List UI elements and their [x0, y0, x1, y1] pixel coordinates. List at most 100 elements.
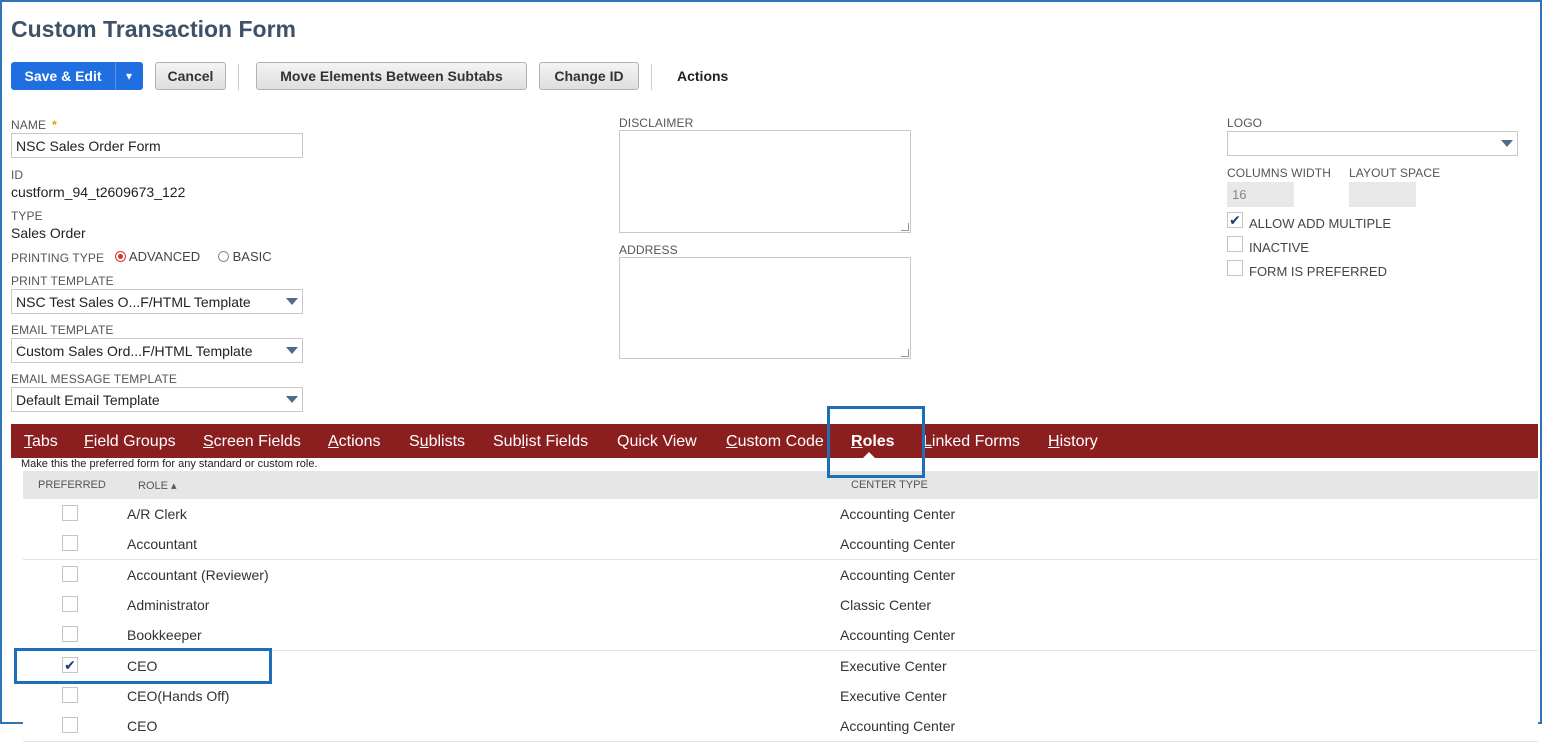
roles-table-header: PREFERRED ROLE ▴ CENTER TYPE — [23, 471, 1538, 500]
col-preferred-header[interactable]: PREFERRED — [38, 479, 106, 491]
tab-label-part: ield Groups — [93, 433, 176, 450]
role-name: CEO(Hands Off) — [127, 687, 230, 704]
print-template-label: PRINT TEMPLATE — [11, 274, 114, 288]
roles-hint-text: Make this the preferred form for any sta… — [21, 458, 318, 470]
tab-quick-view[interactable]: Quick View — [617, 433, 697, 451]
inactive-checkbox[interactable] — [1227, 236, 1243, 252]
tab-screen-fields[interactable]: Screen Fields — [203, 433, 301, 451]
tab-linked-forms[interactable]: Linked Forms — [923, 433, 1020, 451]
role-name: Accountant — [127, 536, 198, 553]
toolbar-divider — [651, 64, 652, 90]
tab-label-part: ctions — [338, 433, 381, 450]
preferred-checkbox[interactable] — [62, 626, 78, 643]
email-template-select[interactable]: Custom Sales Ord...F/HTML Template — [11, 338, 303, 363]
role-name: Bookkeeper — [127, 627, 202, 644]
change-id-button[interactable]: Change ID — [539, 62, 639, 90]
allow-add-multiple-checkbox[interactable]: ✔ — [1227, 212, 1243, 228]
print-template-select[interactable]: NSC Test Sales O...F/HTML Template — [11, 289, 303, 314]
tab-label-part: T — [24, 433, 32, 450]
table-row[interactable]: Accountant Accounting Center — [23, 529, 1538, 561]
checkmark-icon: ✔ — [1229, 212, 1241, 228]
table-row[interactable]: Bookkeeper Accounting Center — [23, 620, 1538, 652]
preferred-checkbox[interactable] — [62, 505, 78, 521]
address-textarea[interactable] — [619, 257, 911, 359]
role-name: A/R Clerk — [127, 506, 187, 522]
chevron-down-icon[interactable] — [1501, 140, 1513, 147]
table-row[interactable]: Accountant (Reviewer) Accounting Center — [23, 559, 1538, 591]
save-edit-button[interactable]: Save & Edit — [11, 62, 115, 90]
chevron-down-icon[interactable] — [286, 347, 298, 354]
printing-type-label: PRINTING TYPE — [11, 251, 105, 265]
preferred-checkbox[interactable] — [62, 565, 78, 582]
chevron-down-icon[interactable] — [286, 298, 298, 305]
cancel-button[interactable]: Cancel — [155, 62, 226, 90]
tab-label-part: F — [84, 433, 94, 450]
role-name: Accountant (Reviewer) — [127, 566, 269, 583]
radio-unselected-icon[interactable] — [218, 251, 229, 262]
email-template-label: EMAIL TEMPLATE — [11, 323, 114, 337]
tab-sublists[interactable]: Sublists — [409, 433, 465, 451]
tab-custom-code[interactable]: Custom Code — [726, 433, 824, 451]
logo-select[interactable] — [1227, 131, 1518, 156]
actions-menu[interactable]: Actions — [677, 68, 728, 84]
center-type: Accounting Center — [840, 506, 956, 522]
center-type: Accounting Center — [840, 566, 956, 583]
preferred-checkbox[interactable] — [62, 595, 78, 612]
center-type: Accounting Center — [840, 627, 956, 644]
tab-tabs[interactable]: Tabs — [24, 433, 58, 451]
table-row[interactable]: Administrator Classic Center — [23, 589, 1538, 621]
page-title: Custom Transaction Form — [11, 16, 296, 42]
col-center-type-header[interactable]: CENTER TYPE — [851, 479, 928, 491]
resize-grip-icon[interactable] — [901, 223, 909, 231]
highlight-roles-tab — [827, 406, 925, 478]
preferred-checkbox[interactable] — [62, 535, 78, 552]
preferred-checkbox[interactable] — [62, 717, 78, 734]
save-options-dropdown-icon[interactable]: ▾ — [115, 62, 143, 90]
center-type: Accounting Center — [840, 718, 956, 735]
chevron-down-icon[interactable] — [286, 396, 298, 403]
columns-width-label: COLUMNS WIDTH — [1227, 166, 1331, 180]
logo-label: LOGO — [1227, 116, 1263, 130]
email-template-value: Custom Sales Ord...F/HTML Template — [16, 342, 253, 359]
center-type: Accounting Center — [840, 536, 956, 553]
printing-advanced-option[interactable]: ADVANCED — [115, 249, 200, 264]
tab-label-part: u — [419, 433, 429, 450]
required-asterisk: * — [52, 118, 57, 132]
role-name: CEO — [127, 718, 158, 735]
form-preferred-checkbox[interactable] — [1227, 260, 1243, 276]
allow-add-multiple-label: ALLOW ADD MULTIPLE — [1249, 216, 1392, 231]
columns-width-field: 16 — [1227, 182, 1294, 207]
printing-advanced-label: ADVANCED — [128, 249, 201, 264]
tab-label-part: istory — [1059, 433, 1098, 450]
resize-grip-icon[interactable] — [901, 349, 909, 357]
tab-field-groups[interactable]: Field Groups — [84, 433, 176, 451]
col-role-header[interactable]: ROLE ▴ — [138, 479, 177, 492]
form-preferred-label: FORM IS PREFERRED — [1249, 264, 1387, 279]
tab-label-part: ustom Code — [737, 433, 824, 450]
table-row[interactable]: CEO(Hands Off) Executive Center — [23, 680, 1538, 712]
table-row[interactable]: A/R Clerk Accounting Center — [23, 499, 1538, 530]
tab-label-part: blists — [428, 433, 466, 450]
tab-label-part: C — [726, 433, 738, 450]
tab-history[interactable]: History — [1048, 433, 1098, 451]
email-message-template-select[interactable]: Default Email Template — [11, 387, 303, 412]
address-label: ADDRESS — [619, 243, 678, 257]
tab-label-part: Sub — [493, 433, 522, 450]
move-elements-button[interactable]: Move Elements Between Subtabs — [256, 62, 527, 90]
disclaimer-textarea[interactable] — [619, 130, 911, 233]
name-label: NAME * — [11, 118, 57, 132]
preferred-checkbox[interactable] — [62, 686, 78, 703]
printing-basic-option[interactable]: BASIC — [218, 249, 272, 264]
printing-basic-label: BASIC — [232, 249, 272, 264]
radio-selected-icon[interactable] — [115, 251, 126, 262]
tab-sublist-fields[interactable]: Sublist Fields — [493, 433, 588, 451]
tab-label-part: Quick View — [617, 433, 697, 450]
id-value: custform_94_t2609673_122 — [11, 184, 186, 200]
type-label: TYPE — [11, 209, 43, 223]
table-row[interactable]: CEO Accounting Center — [23, 711, 1538, 742]
tab-actions[interactable]: Actions — [328, 433, 380, 451]
id-label: ID — [11, 168, 24, 182]
role-name: Administrator — [127, 596, 210, 613]
name-field[interactable]: NSC Sales Order Form — [11, 133, 303, 158]
tab-label-part: inked Forms — [931, 433, 1020, 450]
